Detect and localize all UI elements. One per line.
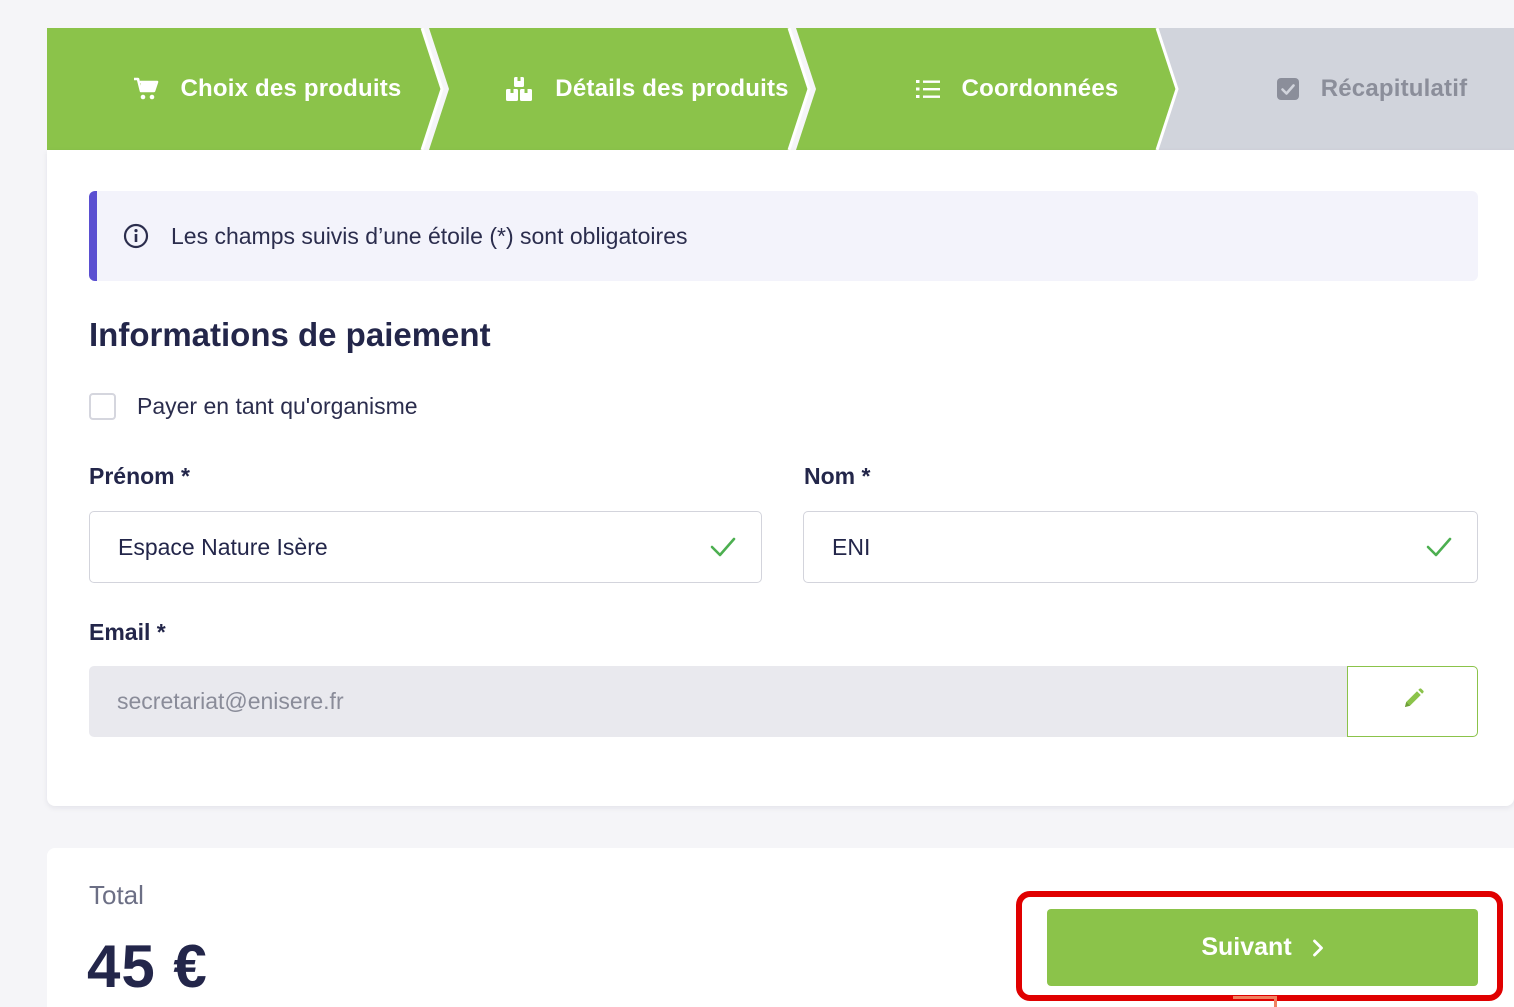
checkout-stepper: Choix des produits Détails des produits [47, 28, 1514, 150]
cart-icon [133, 77, 159, 101]
total-label: Total [89, 880, 144, 910]
last-name-input[interactable]: ENI [803, 511, 1478, 583]
organism-checkbox[interactable] [89, 393, 116, 420]
pencil-icon [1401, 687, 1425, 716]
email-label: Email * [89, 619, 166, 645]
email-value: secretariat@enisere.fr [117, 688, 344, 714]
first-name-input[interactable]: Espace Nature Isère [89, 511, 762, 583]
step-label: Détails des produits [555, 75, 789, 102]
check-square-icon [1276, 78, 1299, 100]
payment-info-card: Les champs suivis d’une étoile (*) sont … [47, 150, 1514, 806]
step-label: Choix des produits [180, 75, 402, 102]
total-value: 45 € [87, 933, 208, 1000]
checkmark-icon [709, 534, 737, 566]
info-icon [123, 223, 149, 249]
organism-checkbox-label[interactable]: Payer en tant qu'organisme [137, 393, 418, 420]
checkmark-icon [1425, 534, 1453, 566]
last-name-label: Nom * [804, 463, 871, 489]
next-button-label: Suivant [1201, 933, 1292, 961]
first-name-value: Espace Nature Isère [118, 533, 328, 560]
step-choix-des-produits[interactable]: Choix des produits [47, 28, 487, 150]
chevron-right-icon [1312, 939, 1324, 957]
email-field: secretariat@enisere.fr [89, 666, 1347, 737]
step-label: Coordonnées [961, 75, 1119, 102]
organism-checkbox-row[interactable]: Payer en tant qu'organisme [89, 393, 418, 420]
step-coordonnees[interactable]: Coordonnées [807, 28, 1227, 150]
last-name-value: ENI [832, 533, 871, 560]
section-title: Informations de paiement [89, 316, 491, 353]
boxes-icon [505, 76, 533, 102]
notice-text: Les champs suivis d’une étoile (*) sont … [171, 222, 688, 249]
edit-email-button[interactable] [1347, 666, 1478, 737]
list-icon [915, 79, 940, 99]
step-label: Récapitulatif [1320, 75, 1468, 102]
step-details-des-produits[interactable]: Détails des produits [437, 28, 857, 150]
next-button[interactable]: Suivant [1047, 909, 1478, 986]
first-name-label: Prénom * [89, 463, 190, 489]
required-fields-notice: Les champs suivis d’une étoile (*) sont … [89, 191, 1478, 281]
step-recapitulatif[interactable]: Récapitulatif [1187, 28, 1514, 150]
